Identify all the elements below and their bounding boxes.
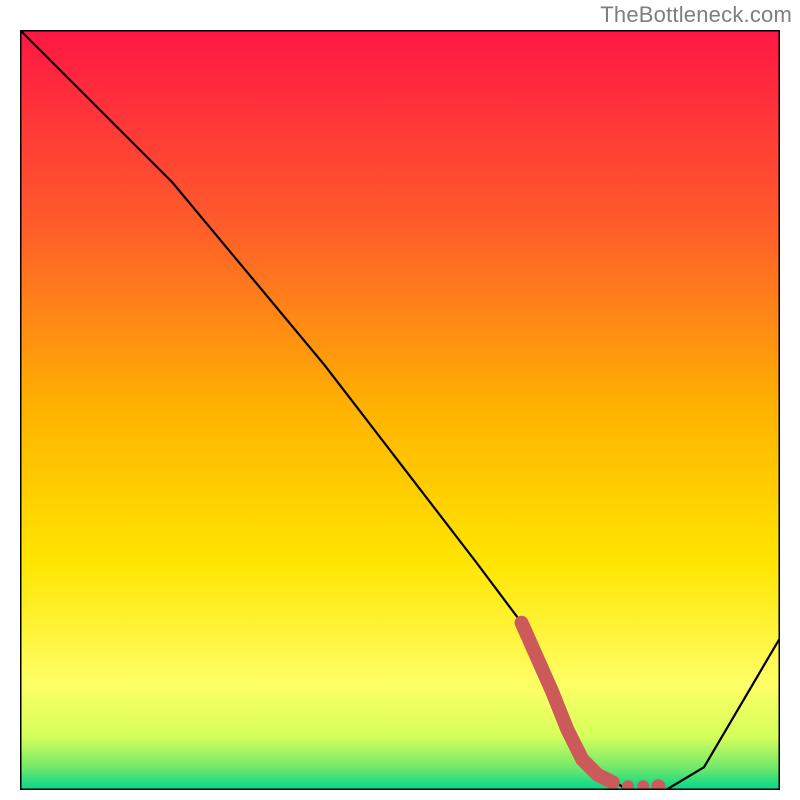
chart-svg: [20, 30, 780, 790]
plot-area: [20, 30, 780, 790]
chart-container: TheBottleneck.com: [0, 0, 800, 800]
attribution-label: TheBottleneck.com: [600, 2, 792, 28]
